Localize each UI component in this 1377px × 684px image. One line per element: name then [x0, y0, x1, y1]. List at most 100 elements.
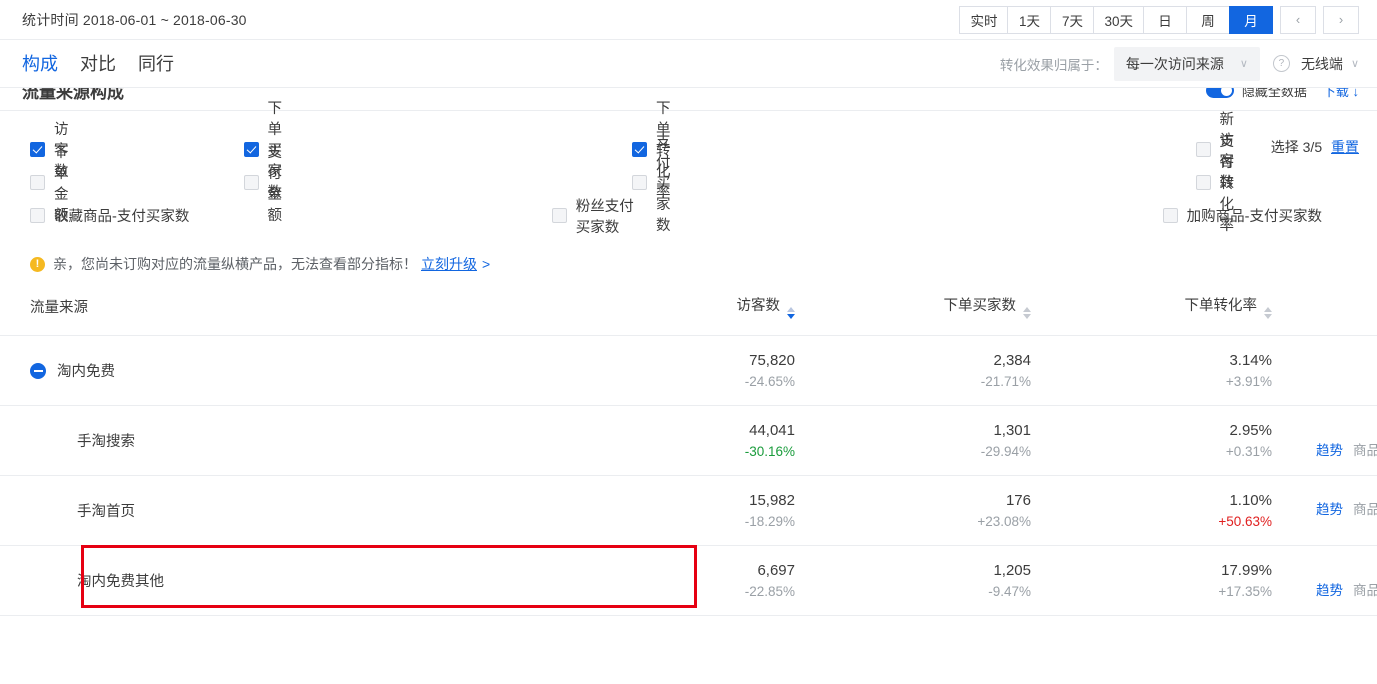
column-header-2[interactable]: 下单买家数 — [795, 286, 1031, 336]
checkbox-icon[interactable] — [244, 175, 259, 190]
sort-toggle-icon[interactable] — [1264, 307, 1272, 319]
checkbox-icon[interactable] — [1196, 175, 1211, 190]
column-header-label: 流量来源 — [30, 300, 88, 316]
metric-checkbox-1-2[interactable]: 支付买家数 — [632, 130, 671, 235]
cell-rate: 1.10%+50.63% — [1031, 476, 1272, 546]
range-button-6[interactable]: 月 — [1229, 6, 1273, 34]
metric-delta: +0.31% — [1031, 442, 1272, 462]
range-button-0[interactable]: 实时 — [959, 6, 1008, 34]
metric-delta: +50.63% — [1031, 512, 1272, 532]
table-row: 手淘搜索 44,041-30.16%1,301-29.94%2.95%+0.31%… — [0, 406, 1377, 476]
range-button-3[interactable]: 30天 — [1093, 6, 1144, 34]
product-effect-link[interactable]: 商品效果 — [1353, 441, 1377, 462]
metric-delta: -18.29% — [565, 512, 795, 532]
prev-period-button[interactable]: ‹ — [1280, 6, 1316, 34]
metric-value: 17.99% — [1031, 560, 1272, 582]
section-header-clipped: 流量来源构成 隐藏全数据 下载 ↓ — [0, 88, 1377, 111]
column-header-0: 流量来源 — [0, 286, 565, 336]
metric-label: 支付金额 — [268, 141, 283, 225]
help-icon[interactable]: ? — [1273, 55, 1290, 72]
source-name-label: 手淘搜索 — [30, 430, 135, 451]
checkbox-icon[interactable] — [632, 175, 647, 190]
upgrade-link[interactable]: 立刻升级 — [421, 254, 477, 274]
table-body: 淘内免费75,820-24.65%2,384-21.71%3.14%+3.91%… — [0, 336, 1377, 616]
metric-checkbox-2-2[interactable]: 加购商品-支付买家数 — [1163, 205, 1359, 226]
checkbox-icon[interactable] — [1163, 208, 1178, 223]
metric-delta: -24.65% — [565, 372, 795, 392]
trend-link[interactable]: 趋势 — [1316, 500, 1343, 521]
download-button[interactable]: 下载 ↓ — [1323, 88, 1359, 100]
metric-select-count: 选择 3/5 重置 — [1271, 137, 1359, 157]
traffic-source-table: 流量来源 访客数下单买家数下单转化率操作 淘内免费75,820-24.65%2,3… — [0, 286, 1377, 616]
checkbox-icon[interactable] — [552, 208, 567, 223]
product-effect-link[interactable]: 商品效果 — [1353, 500, 1377, 521]
chevron-down-icon: ∨ — [1351, 57, 1359, 70]
metric-value: 2.95% — [1031, 420, 1272, 442]
metric-value: 3.14% — [1031, 350, 1272, 372]
attribution-label: 转化效果归属于： — [1000, 54, 1108, 74]
metric-select-count-label: 选择 3/5 — [1271, 139, 1322, 155]
metric-value: 15,982 — [565, 490, 795, 512]
hide-all-data-toggle[interactable] — [1206, 88, 1234, 98]
stat-time-label: 统计时间 2018-06-01 ~ 2018-06-30 — [22, 10, 247, 30]
metric-selector: 访客数下单买家数下单转化率新访客数关注店铺人数商品收藏人数加购人数下单金额支付金… — [0, 111, 1377, 242]
metric-reset-button[interactable]: 重置 — [1331, 139, 1359, 155]
tab-1[interactable]: 对比 — [80, 55, 116, 73]
metric-value: 75,820 — [565, 350, 795, 372]
product-effect-link[interactable]: 商品效果 — [1353, 581, 1377, 602]
cell-actions: 趋势 — [1272, 336, 1377, 406]
range-button-4[interactable]: 日 — [1143, 6, 1187, 34]
column-header-1[interactable]: 访客数 — [565, 286, 795, 336]
metric-label: 支付买家数 — [656, 130, 671, 235]
metric-label: 加购商品-支付买家数 — [1187, 205, 1322, 226]
range-button-2[interactable]: 7天 — [1050, 6, 1094, 34]
column-header-4: 操作 — [1272, 286, 1377, 336]
chevron-down-icon: ∨ — [1240, 57, 1248, 70]
tab-0[interactable]: 构成 — [22, 55, 58, 73]
table-header-row: 流量来源 访客数下单买家数下单转化率操作 — [0, 286, 1377, 336]
sort-toggle-icon[interactable] — [1023, 307, 1031, 319]
cell-buyers: 1,301-29.94% — [795, 406, 1031, 476]
hide-all-data-label: 隐藏全数据 — [1242, 88, 1307, 100]
metric-value: 6,697 — [565, 560, 795, 582]
source-name-label: 手淘首页 — [30, 500, 135, 521]
trend-link[interactable]: 趋势 — [1316, 581, 1343, 602]
metric-value: 44,041 — [565, 420, 795, 442]
range-button-5[interactable]: 周 — [1186, 6, 1230, 34]
metric-checkbox-2-1[interactable]: 粉丝支付买家数 — [552, 195, 638, 237]
metric-row: 访客数下单买家数下单转化率新访客数关注店铺人数商品收藏人数加购人数 — [30, 133, 1359, 166]
metric-value: 1,205 — [795, 560, 1031, 582]
metric-delta: -29.94% — [795, 442, 1031, 462]
tab-2[interactable]: 同行 — [138, 55, 174, 73]
cell-buyers: 176+23.08% — [795, 476, 1031, 546]
cell-visitors: 44,041-30.16% — [565, 406, 795, 476]
metric-delta: +17.35% — [1031, 582, 1272, 602]
checkbox-icon[interactable] — [30, 175, 45, 190]
table-row: 手淘首页 15,982-18.29%176+23.08%1.10%+50.63% 趋… — [0, 476, 1377, 546]
top-toolbar: 统计时间 2018-06-01 ~ 2018-06-30 实时1天7天30天日周… — [0, 0, 1377, 40]
metric-row: 下单金额支付金额支付买家数支付转化率客单价UV价值直接支付买家数 — [30, 166, 1359, 199]
metric-checkbox-1-1[interactable]: 支付金额 — [244, 141, 283, 225]
column-header-3[interactable]: 下单转化率 — [1031, 286, 1272, 336]
upgrade-arrow-icon: > — [482, 256, 490, 272]
collapse-minus-icon[interactable] — [30, 363, 46, 379]
metric-value: 1.10% — [1031, 490, 1272, 512]
next-period-button[interactable]: › — [1323, 6, 1359, 34]
sort-toggle-icon[interactable] — [787, 307, 795, 319]
device-select[interactable]: 无线端 ∨ — [1301, 54, 1359, 74]
subscription-notice: ! 亲，您尚未订购对应的流量纵横产品，无法查看部分指标！ 立刻升级 > — [0, 242, 1377, 286]
cell-source-name: 手淘首页 — [0, 476, 565, 546]
source-name-label: 淘内免费其他 — [30, 570, 164, 591]
section-title: 流量来源构成 — [22, 88, 124, 103]
cell-rate: 17.99%+17.35% — [1031, 546, 1272, 616]
metric-checkbox-2-0[interactable]: 收藏商品-支付买家数 — [30, 205, 202, 226]
trend-link[interactable]: 趋势 — [1316, 441, 1343, 462]
cell-actions: 详情趋势商品效果 — [1272, 406, 1377, 476]
attribution-select[interactable]: 每一次访问来源 ∨ — [1114, 47, 1260, 81]
metric-label: 粉丝支付买家数 — [576, 195, 638, 237]
range-button-1[interactable]: 1天 — [1007, 6, 1051, 34]
checkbox-icon[interactable] — [30, 208, 45, 223]
cell-visitors: 6,697-22.85% — [565, 546, 795, 616]
tab-list: 构成 对比 同行 — [22, 55, 196, 73]
metric-value: 1,301 — [795, 420, 1031, 442]
